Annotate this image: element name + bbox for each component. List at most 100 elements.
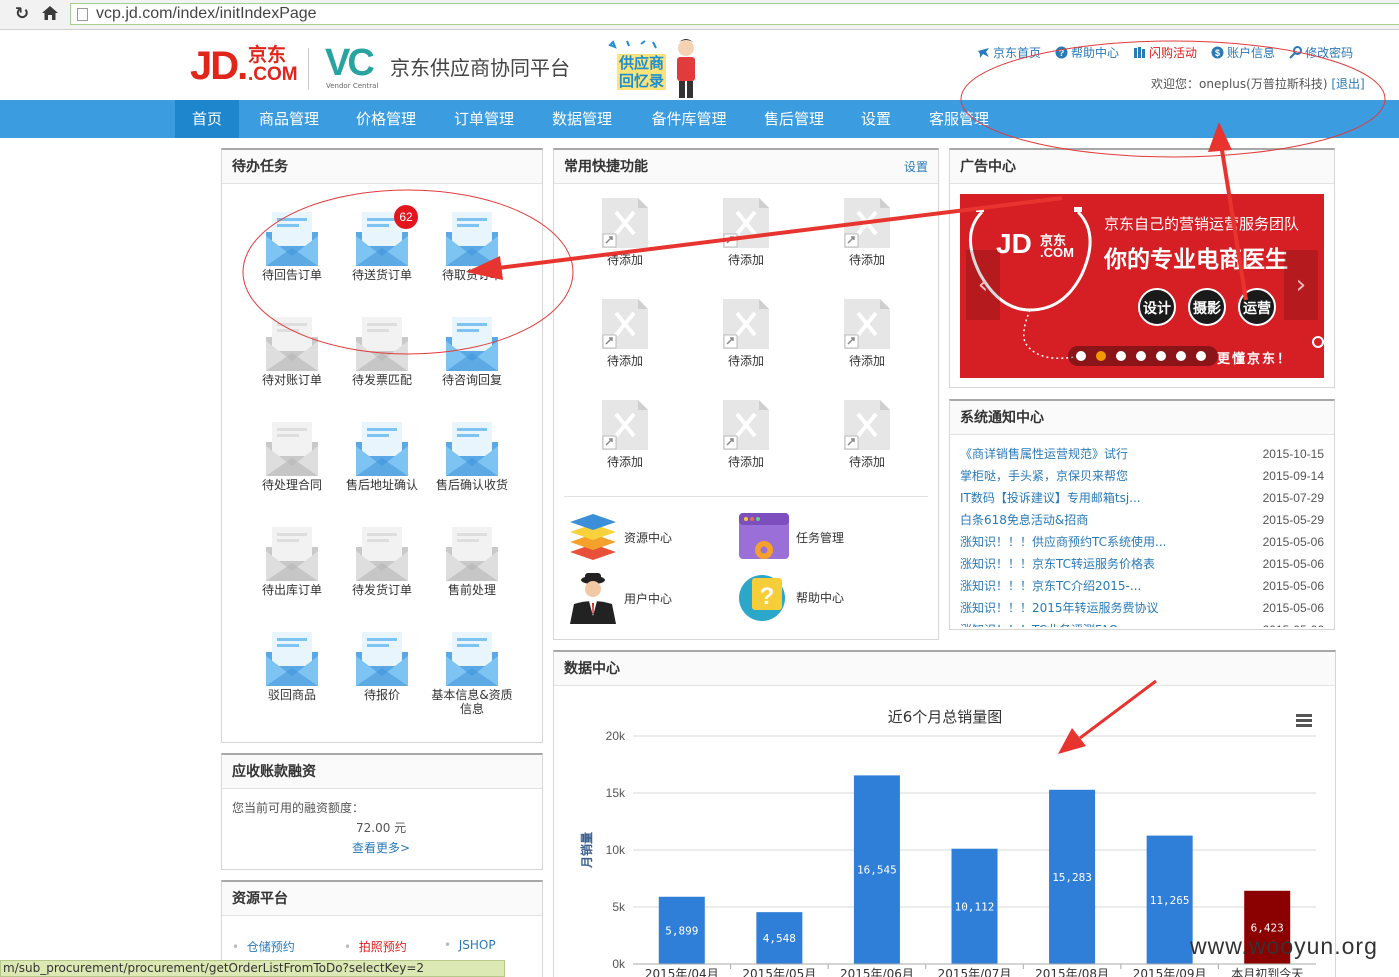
tool-help-center[interactable]: ? 帮助中心 [738, 572, 844, 622]
x-tick-label: 2015年/05月 [742, 967, 816, 977]
quick-settings-link[interactable]: 设置 [904, 150, 928, 184]
notice-date: 2015-05-06 [1263, 619, 1324, 627]
notice-item[interactable]: 涨知识！！！供应商预约TC系统使用... 2015-05-06 [960, 531, 1334, 553]
ad-dot[interactable] [1116, 351, 1126, 361]
notice-item[interactable]: 《商详销售属性运营规范》试行 2015-10-15 [960, 443, 1334, 465]
todo-item[interactable]: 待处理合同 [247, 422, 337, 492]
top-link-account[interactable]: $ 账户信息 [1211, 44, 1275, 60]
quick-slot[interactable]: 待添加 [827, 198, 907, 268]
todo-item[interactable]: 待对账订单 [247, 317, 337, 387]
notice-title[interactable]: IT数码【投诉建议】专用邮箱tsj... [960, 487, 1141, 509]
todo-item[interactable]: 待发货订单 [337, 527, 427, 597]
nav-home[interactable]: 首页 [175, 100, 239, 138]
todo-item-label: 待报价 [363, 688, 400, 702]
todo-item[interactable]: 基本信息&资质信息 [427, 632, 517, 716]
todo-item[interactable]: 待出库订单 [247, 527, 337, 597]
resource-link-warehouse[interactable]: • 仓储预约 [232, 938, 344, 955]
notice-title[interactable]: 白条618免息活动&招商 [960, 509, 1088, 531]
notice-item[interactable]: 白条618免息活动&招商 2015-05-29 [960, 509, 1334, 531]
chart-menu-icon[interactable] [1296, 714, 1312, 727]
envelope-icon [356, 527, 408, 581]
envelope-icon [446, 317, 498, 371]
ad-dot[interactable] [1156, 351, 1166, 361]
top-link-flash-sale[interactable]: 闪购活动 [1133, 44, 1197, 60]
resource-link-jshop[interactable]: • JSHOP [444, 938, 524, 955]
ad-dot[interactable] [1076, 351, 1086, 361]
todo-item[interactable]: 62 待送货订单 [337, 205, 427, 282]
notice-title[interactable]: 涨知识！！！2015年转运服务费协议 [960, 597, 1159, 619]
todo-item[interactable]: 驳回商品 [247, 632, 337, 702]
site-header: JD. 京东 .COM VC Vendor Central 京东供应商协同平台 … [0, 30, 1399, 100]
todo-panel: 待办任务 待回告订单 62 待送货订单 待取货订单 待对账订单 待发票匹配 待咨询回复 待处理… [221, 148, 543, 743]
address-bar[interactable]: vcp.jd.com/index/initIndexPage [70, 3, 1399, 25]
todo-item[interactable]: 待回告订单 [247, 212, 337, 282]
notice-item[interactable]: 涨知识！！！TC业务评测FAQ 2015-05-06 [960, 619, 1334, 627]
notice-item[interactable]: 涨知识！！！2015年转运服务费协议 2015-05-06 [960, 597, 1334, 619]
ad-dot-active[interactable] [1096, 351, 1106, 361]
nav-data-management[interactable]: 数据管理 [541, 100, 623, 138]
view-more-link[interactable]: 查看更多> [352, 839, 410, 856]
todo-item[interactable]: 售后确认收货 [427, 422, 517, 492]
quick-slot[interactable]: 待添加 [706, 400, 786, 470]
tool-task-management[interactable]: 任务管理 [738, 512, 844, 562]
supplier-memoir-banner[interactable]: 供应商 回忆录 [605, 38, 705, 100]
quick-slot[interactable]: 待添加 [585, 400, 665, 470]
nav-spare-parts-management[interactable]: 备件库管理 [640, 100, 738, 138]
todo-item-label: 待出库订单 [261, 583, 322, 597]
nav-after-sales-management[interactable]: 售后管理 [753, 100, 835, 138]
reload-icon[interactable]: ↻ [12, 4, 32, 24]
ad-next-arrow[interactable]: › [1284, 250, 1318, 320]
home-icon[interactable] [40, 4, 60, 24]
notice-item[interactable]: IT数码【投诉建议】专用邮箱tsj... 2015-07-29 [960, 487, 1334, 509]
ad-banner[interactable]: JD 京东 .COM 京东自己的营销运营服务团队 你的专业电商医生 设计 摄影 … [960, 194, 1324, 378]
notice-title[interactable]: 涨知识！！！京东TC转运服务价格表 [960, 553, 1155, 575]
notice-item[interactable]: 掌柜哒，手头紧，京保贝来帮您 2015-09-14 [960, 465, 1334, 487]
username: oneplus(万普拉斯科技) [1199, 77, 1328, 91]
ad-dot[interactable] [1196, 351, 1206, 361]
top-link-change-password[interactable]: 修改密码 [1289, 44, 1353, 60]
todo-item-label: 售前处理 [447, 583, 496, 597]
quick-slot[interactable]: 待添加 [827, 299, 907, 369]
tool-user-center[interactable]: 用户中心 [568, 572, 672, 624]
notice-date: 2015-05-29 [1262, 513, 1324, 527]
ad-prev-arrow[interactable]: ‹ [966, 250, 1000, 320]
notice-item[interactable]: 涨知识！！！京东TC介绍2015-... 2015-05-06 [960, 575, 1334, 597]
data-center-panel: 数据中心 近6个月总销量图 0k 5k 10k 15k 20k 月销量 5,899 2015年/… [553, 650, 1336, 977]
nav-product-management[interactable]: 商品管理 [247, 100, 331, 138]
logout-link[interactable]: [退出] [1331, 77, 1364, 91]
top-link-help[interactable]: ? 帮助中心 [1055, 44, 1119, 60]
todo-item[interactable]: 待咨询回复 [427, 317, 517, 387]
bar-value-label: 11,265 [1150, 894, 1190, 907]
top-link-jd-home[interactable]: 京东首页 [977, 44, 1041, 60]
url-text: vcp.jd.com/index/initIndexPage [96, 5, 317, 22]
ad-dot[interactable] [1176, 351, 1186, 361]
quick-slot-label: 待添加 [727, 354, 764, 368]
todo-item[interactable]: 售前处理 [427, 527, 517, 597]
todo-item-label: 待取货订单 [441, 268, 502, 282]
quick-slot[interactable]: 待添加 [706, 198, 786, 268]
quick-slot[interactable]: 待添加 [585, 198, 665, 268]
tool-resource-center[interactable]: 资源中心 [568, 512, 672, 562]
todo-item[interactable]: 待发票匹配 [337, 317, 427, 387]
svg-text:?: ? [1059, 48, 1065, 58]
nav-order-management[interactable]: 订单管理 [443, 100, 525, 138]
ad-circle-photo: 摄影 [1188, 288, 1226, 326]
notice-title[interactable]: 涨知识！！！供应商预约TC系统使用... [960, 531, 1166, 553]
notice-title[interactable]: 涨知识！！！京东TC介绍2015-... [960, 575, 1141, 597]
nav-settings[interactable]: 设置 [852, 100, 900, 138]
todo-item[interactable]: 售后地址确认 [337, 422, 427, 492]
todo-item[interactable]: 待报价 [337, 632, 427, 702]
notice-item[interactable]: 涨知识！！！京东TC转运服务价格表 2015-05-06 [960, 553, 1334, 575]
quick-slot[interactable]: 待添加 [827, 400, 907, 470]
notice-title[interactable]: 涨知识！！！TC业务评测FAQ [960, 619, 1118, 627]
notice-title[interactable]: 《商详销售属性运营规范》试行 [960, 443, 1128, 465]
quick-slot[interactable]: 待添加 [706, 299, 786, 369]
todo-item[interactable]: 待取货订单 [427, 212, 517, 282]
quick-slot[interactable]: 待添加 [585, 299, 665, 369]
notice-title[interactable]: 掌柜哒，手头紧，京保贝来帮您 [960, 465, 1128, 487]
resource-link-photo[interactable]: • 拍照预约 [344, 938, 444, 955]
ad-dot[interactable] [1136, 351, 1146, 361]
todo-item-label: 待送货订单 [351, 268, 412, 282]
nav-customer-service-management[interactable]: 客服管理 [918, 100, 1000, 138]
nav-price-management[interactable]: 价格管理 [345, 100, 427, 138]
